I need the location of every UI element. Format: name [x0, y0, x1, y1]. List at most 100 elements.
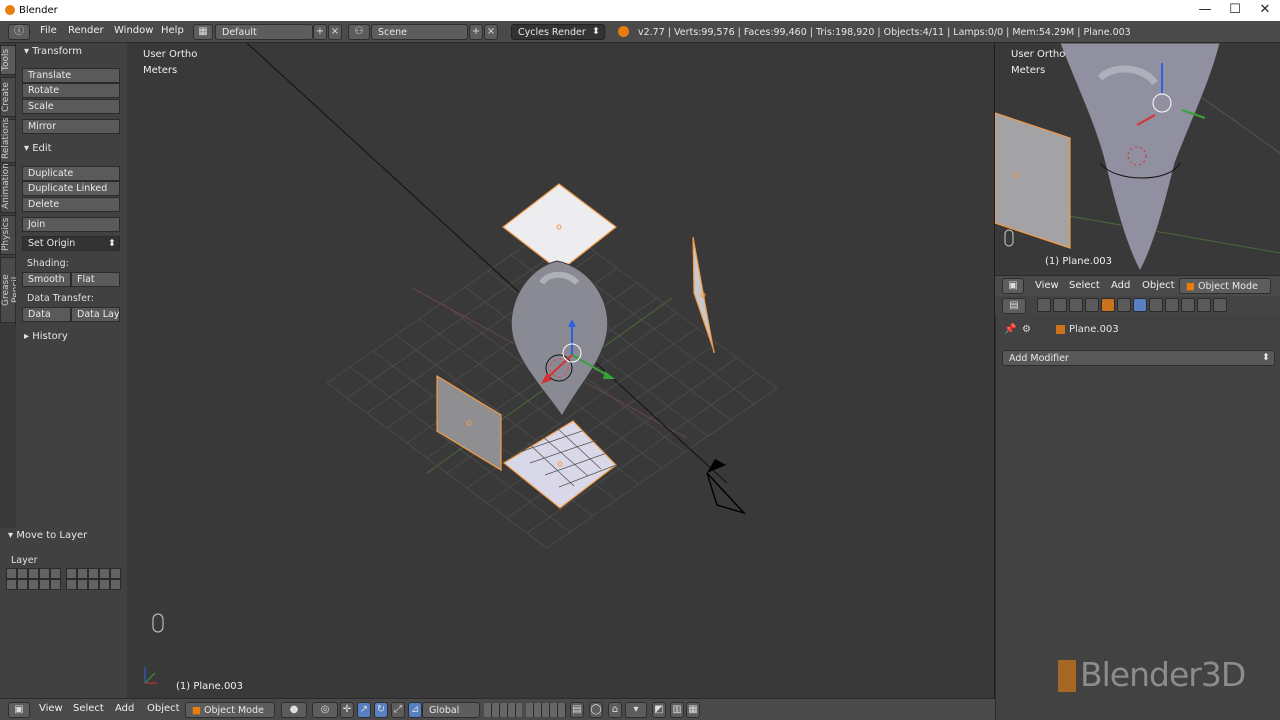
snap-element-icon[interactable]: ▾ [625, 702, 647, 718]
layer-grid-right[interactable] [66, 568, 121, 590]
screen-layout-icon[interactable]: ▦ [193, 24, 213, 40]
menu-render[interactable]: Render [68, 25, 104, 36]
menu-file[interactable]: File [40, 25, 57, 36]
tab-create[interactable]: Create [0, 77, 16, 117]
3d-viewport[interactable]: User Ortho Meters (1) Plane.003 [127, 43, 995, 698]
clapboard-icon[interactable]: ▦ [686, 702, 700, 718]
snap-icon[interactable]: ⌂ [608, 702, 622, 718]
transform-orientation-select[interactable]: Global [422, 702, 480, 718]
menu-select[interactable]: Select [73, 703, 104, 714]
modifier-wrench-icon[interactable] [1133, 298, 1147, 312]
data-layout-button[interactable]: Data Layo [71, 307, 120, 322]
delete-button[interactable]: Delete [22, 197, 120, 212]
edit-panel-header[interactable]: ▾ Edit [24, 143, 52, 154]
physics-context-icon[interactable] [1213, 298, 1227, 312]
remove-scene-icon[interactable]: × [484, 24, 498, 40]
scene-context-icon[interactable] [1069, 298, 1083, 312]
scale-button[interactable]: Scale [22, 99, 120, 114]
editor-type-3d-icon[interactable]: ▣ [1002, 278, 1024, 294]
blender-logo-icon [5, 5, 15, 15]
data-context-icon[interactable] [1149, 298, 1163, 312]
history-panel-header[interactable]: ▸ History [24, 331, 68, 342]
transform-panel-header[interactable]: ▾ Transform [24, 46, 82, 57]
move-to-layer-header[interactable]: ▾ Move to Layer [8, 530, 87, 541]
menu-window[interactable]: Window [114, 25, 153, 36]
duplicate-linked-button[interactable]: Duplicate Linked [22, 181, 120, 196]
constraints-context-icon[interactable] [1117, 298, 1131, 312]
flat-button[interactable]: Flat [71, 272, 120, 287]
right-mode-select[interactable]: ■ Object Mode [1179, 278, 1271, 294]
add-scene-icon[interactable]: + [469, 24, 483, 40]
viewport-shading-icon[interactable]: ● [281, 702, 307, 718]
object-context-icon[interactable] [1101, 298, 1115, 312]
blender-version-icon [618, 26, 629, 37]
set-origin-menu[interactable]: Set Origin ⬍ [22, 236, 120, 251]
menu-object[interactable]: Object [147, 703, 180, 714]
layers-grid-a[interactable] [484, 703, 522, 717]
close-button[interactable]: ✕ [1250, 2, 1280, 18]
editor-type-3d-icon[interactable]: ▣ [8, 702, 30, 718]
proportional-edit-icon[interactable]: ◯ [589, 702, 603, 718]
properties-editor-icon[interactable]: ▤ [1002, 298, 1026, 314]
world-context-icon[interactable] [1085, 298, 1099, 312]
render-context-icon[interactable] [1037, 298, 1051, 312]
right-menu-select[interactable]: Select [1069, 280, 1100, 291]
screen-layout-field[interactable]: Default [215, 24, 313, 40]
tab-animation[interactable]: Animation [0, 163, 16, 213]
pin-icon[interactable]: 📌 [1004, 324, 1016, 335]
tab-tools[interactable]: Tools [0, 45, 16, 75]
data-transfer-label: Data Transfer: [27, 293, 94, 304]
tab-relations[interactable]: Relations [0, 118, 16, 163]
cone-mesh[interactable] [510, 260, 609, 417]
remove-screen-icon[interactable]: × [328, 24, 342, 40]
scale-manipulator-icon[interactable]: ⤢ [391, 702, 405, 718]
menu-help[interactable]: Help [161, 25, 184, 36]
duplicate-button[interactable]: Duplicate [22, 166, 120, 181]
layer-grid-left[interactable] [6, 568, 61, 590]
plane-left[interactable] [995, 112, 1071, 249]
add-modifier-button[interactable]: Add Modifier ⬍ [1002, 350, 1275, 366]
layers-context-icon[interactable] [1053, 298, 1067, 312]
object-label: (1) Plane.003 [176, 681, 244, 692]
scene-icon[interactable]: ⚇ [348, 24, 370, 40]
material-context-icon[interactable] [1165, 298, 1179, 312]
camera-viewport[interactable]: User Ortho Meters (1) Plane.003 [995, 43, 1280, 275]
plane-top[interactable] [502, 183, 617, 272]
plane-right[interactable] [692, 236, 715, 354]
particles-context-icon[interactable] [1197, 298, 1211, 312]
rotate-manipulator-icon[interactable]: ↻ [374, 702, 388, 718]
opengl-render-icon[interactable]: ◩ [652, 702, 666, 718]
texture-context-icon[interactable] [1181, 298, 1195, 312]
minimize-button[interactable]: — [1190, 2, 1220, 18]
pivot-point-icon[interactable]: ◎ [312, 702, 338, 718]
expand-triangle-icon: ▾ [24, 46, 33, 57]
translate-manipulator-icon[interactable]: ↗ [357, 702, 371, 718]
add-screen-icon[interactable]: + [313, 24, 327, 40]
layers-grid-b[interactable] [526, 703, 566, 717]
watermark-logo-icon [1058, 660, 1076, 692]
data-transfer-button[interactable]: Data [22, 307, 71, 322]
mode-select[interactable]: ■ Object Mode [185, 702, 275, 718]
right-menu-view[interactable]: View [1035, 280, 1059, 291]
smooth-button[interactable]: Smooth [22, 272, 71, 287]
opengl-anim-icon[interactable]: ▥ [670, 702, 684, 718]
3d-view-header: ▣ View Select Add Object ■ Object Mode ●… [0, 698, 995, 720]
lock-layers-icon[interactable]: ▤ [570, 702, 584, 718]
manipulator-toggle-icon[interactable]: ✛ [340, 702, 354, 718]
editor-type-info-icon[interactable]: ⓘ [8, 24, 30, 40]
scene-field[interactable]: Scene [371, 24, 468, 40]
render-engine-select[interactable]: Cycles Render ⬍ [511, 24, 605, 40]
rotate-button[interactable]: Rotate [22, 83, 120, 98]
cone-mesh[interactable] [1059, 43, 1221, 273]
mirror-button[interactable]: Mirror [22, 119, 120, 134]
join-button[interactable]: Join [22, 217, 120, 232]
maximize-button[interactable]: ☐ [1220, 2, 1250, 18]
right-menu-object[interactable]: Object [1142, 280, 1175, 291]
tab-grease-pencil[interactable]: Grease Pencil [0, 257, 21, 323]
right-menu-add[interactable]: Add [1111, 280, 1130, 291]
menu-add[interactable]: Add [115, 703, 134, 714]
manipulator-space-icon[interactable]: ⊿ [408, 702, 422, 718]
menu-view[interactable]: View [39, 703, 63, 714]
tab-physics[interactable]: Physics [0, 215, 16, 255]
translate-button[interactable]: Translate [22, 68, 120, 83]
